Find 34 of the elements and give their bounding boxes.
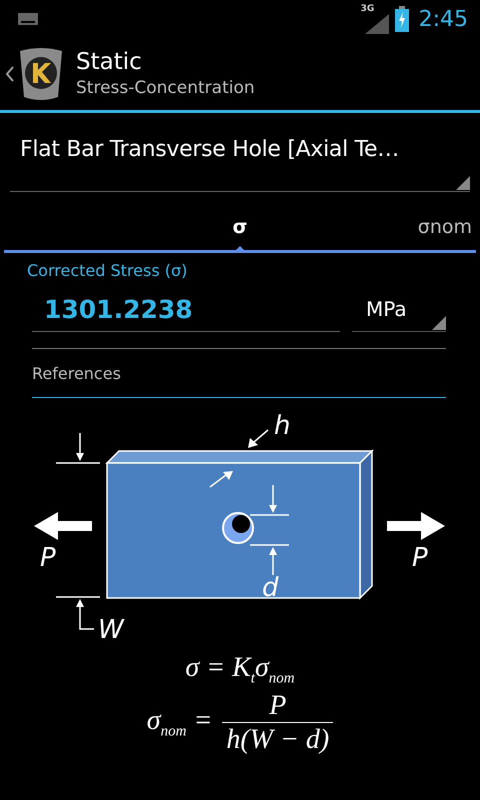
references-field[interactable]: References	[32, 349, 446, 398]
dropdown-corner-icon	[432, 316, 446, 330]
tab[interactable]: σnom	[414, 204, 476, 250]
dimension-line	[250, 485, 289, 516]
screen-title: Static	[76, 48, 143, 76]
case-dropdown[interactable]: Flat Bar Transverse Hole [Axial Te…	[10, 133, 470, 192]
tab[interactable]: σ	[228, 204, 252, 250]
dimension-line	[250, 544, 289, 575]
unit-dropdown[interactable]: MPa	[352, 286, 446, 332]
force-arrow	[34, 512, 92, 540]
dimension-label: h	[274, 411, 290, 441]
dimension-line	[56, 433, 100, 464]
stress-formula: σ = K$_{t}$σ$_{nom}$	[185, 652, 295, 688]
dimension-label: d	[262, 573, 279, 603]
thickness-arrow	[248, 429, 268, 448]
result-field[interactable]: 1301.2238	[32, 287, 340, 332]
battery-icon	[394, 6, 409, 32]
dimension-label: W	[98, 615, 124, 645]
dropdown-corner-icon	[456, 176, 470, 190]
force-label: P	[40, 543, 56, 573]
formula-numerator: P	[269, 690, 286, 722]
force-label: P	[412, 543, 428, 573]
hole-drawing	[222, 512, 254, 544]
thickness-arrow	[210, 471, 233, 488]
clock: 2:45	[418, 6, 468, 32]
app-icon[interactable]	[18, 47, 64, 101]
back-icon[interactable]	[6, 66, 14, 82]
formula-term: σ$_{nom}$ =	[146, 705, 212, 741]
field-label: Corrected Stress (σ)	[27, 261, 188, 280]
formula-denominator: h(W − d)	[222, 722, 334, 757]
dimension-line	[56, 596, 100, 630]
screen-subtitle: Stress-Concentration	[76, 77, 255, 100]
keyboard-icon	[18, 13, 38, 25]
force-arrow	[387, 512, 445, 540]
